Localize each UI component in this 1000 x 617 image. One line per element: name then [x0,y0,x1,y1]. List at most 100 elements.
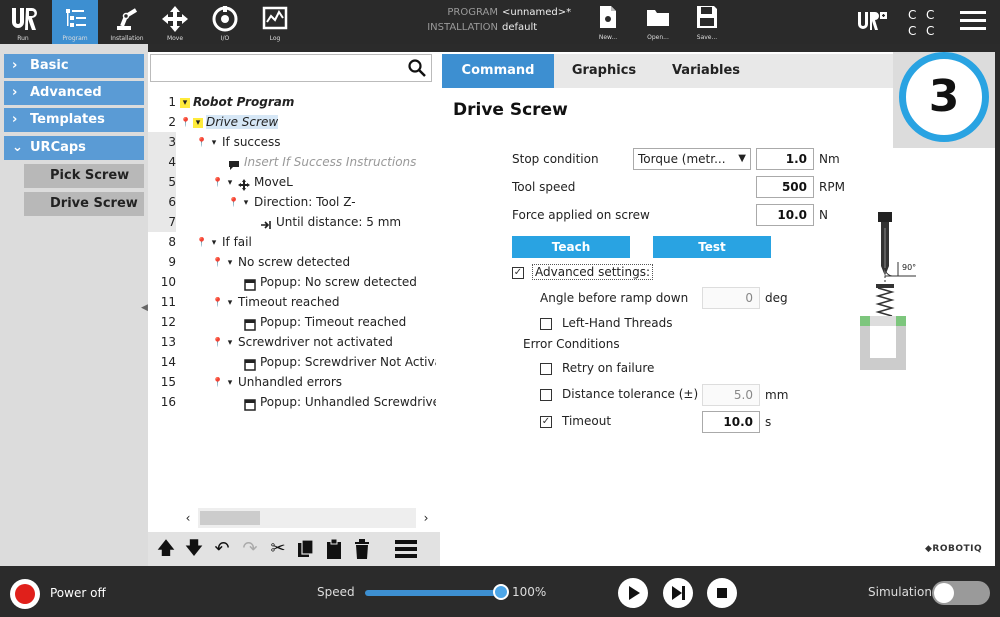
move-up-icon[interactable]: 🡅 [154,537,178,561]
torque-input[interactable]: 1.0 [756,148,814,170]
distance-tolerance-checkbox[interactable] [540,389,552,401]
line-number: 4 [148,152,176,172]
page-title: Drive Screw [453,100,568,120]
tree-row[interactable]: 10 Popup: No screw detected [148,272,440,292]
nav-run[interactable]: Run [0,0,46,44]
tool-speed-input[interactable]: 500 [756,176,814,198]
search-icon[interactable] [407,58,427,78]
category-templates[interactable]: › Templates [4,108,144,132]
tree-row[interactable]: 4 Insert If Success Instructions [148,152,440,172]
tree-row[interactable]: 12 Popup: Timeout reached [148,312,440,332]
pin-icon: 📍 [212,297,224,308]
tree-row[interactable]: 13 📍 ▾ Screwdriver not activated [148,332,440,352]
test-button[interactable]: Test [653,236,771,258]
power-button[interactable] [10,579,40,609]
suppress-icon[interactable] [380,537,432,561]
cut-icon[interactable]: ✂ [266,537,290,561]
chevron-right-icon: › [12,112,18,127]
nav-io-label: I/O [220,35,230,42]
stop-button[interactable] [707,578,737,608]
redo-icon[interactable]: ↷ [238,537,262,561]
line-number: 14 [160,355,176,369]
urcap-pick-screw[interactable]: Pick Screw [24,164,144,188]
collapse-toggle-icon[interactable]: ▾ [209,237,219,248]
tab-graphics[interactable]: Graphics [554,54,654,88]
angle-input[interactable]: 0 [702,287,760,309]
nav-log[interactable]: Log [252,0,298,44]
tree-row[interactable]: 1 ▾ Robot Program [148,92,440,112]
collapse-toggle-icon[interactable]: ▾ [193,117,203,128]
category-urcaps[interactable]: ⌄ URCaps [4,136,144,160]
collapse-toggle-icon[interactable]: ▾ [225,337,235,348]
collapse-toggle-icon[interactable]: ▾ [225,177,235,188]
speed-slider-track[interactable] [365,590,501,596]
io-icon [212,6,238,32]
scroll-thumb[interactable] [200,511,260,525]
tree-row[interactable]: 6 📍 ▾ Direction: Tool Z- [148,192,440,212]
tree-row[interactable]: 15 📍 ▾ Unhandled errors [148,372,440,392]
urcap-drive-screw[interactable]: Drive Screw [24,192,144,216]
tab-variables[interactable]: Variables [654,54,758,88]
tree-row[interactable]: 9 📍 ▾ No screw detected [148,252,440,272]
tree-row-label: Popup: Screwdriver Not Activated [260,355,436,369]
timeout-checkbox[interactable]: ✓ [540,416,552,428]
undo-icon[interactable]: ↶ [210,537,234,561]
scroll-left-icon[interactable]: ‹ [178,508,198,528]
tree-row[interactable]: 14 Popup: Screwdriver Not Activated [148,352,440,372]
tab-command[interactable]: Command [442,54,554,88]
hamburger-menu-icon[interactable] [958,8,988,34]
nav-move[interactable]: Move [152,0,198,44]
tree-row[interactable]: 3 📍 ▾ If success [148,132,440,152]
tree-row[interactable]: 16 Popup: Unhandled Screwdriver Error [148,392,440,412]
speed-label: Speed [317,585,355,599]
save-button[interactable]: Save... [689,2,725,42]
play-button[interactable] [618,578,648,608]
advanced-settings-checkbox[interactable]: ✓ [512,267,524,279]
speed-slider-handle[interactable] [493,584,509,600]
open-button[interactable]: Open... [640,2,676,42]
retry-on-failure-checkbox[interactable] [540,363,552,375]
collapse-toggle-icon[interactable]: ▾ [209,137,219,148]
tree-row[interactable]: 8 📍 ▾ If fail [148,232,440,252]
new-button[interactable]: New... [590,2,626,42]
force-unit: N [819,208,828,222]
program-tree-panel: 1 ▾ Robot Program 2 📍 ▾ Drive Screw 3 📍 ▾ If … [148,52,440,566]
teach-button[interactable]: Teach [512,236,630,258]
collapse-toggle-icon[interactable]: ▾ [241,197,251,208]
left-hand-threads-checkbox[interactable] [540,318,552,330]
tree-row[interactable]: 11 📍 ▾ Timeout reached [148,292,440,312]
simulation-toggle[interactable] [932,581,990,605]
tree-row[interactable]: 5 📍 ▾ MoveL [148,172,440,192]
force-input[interactable]: 10.0 [756,204,814,226]
tree-row[interactable]: 7 Until distance: 5 mm [148,212,440,232]
copy-icon[interactable] [294,537,318,561]
collapse-left-icon[interactable]: ◀ [141,303,148,313]
power-status-icon [15,584,35,604]
collapse-toggle-icon[interactable]: ▾ [225,297,235,308]
timeout-input[interactable]: 10.0 [702,411,760,433]
move-down-icon[interactable]: 🡇 [182,537,206,561]
distance-tolerance-input[interactable]: 5.0 [702,384,760,406]
nav-installation[interactable]: Installation [104,0,150,44]
nav-io[interactable]: I/O [202,0,248,44]
category-templates-label: Templates [30,112,105,127]
step-button[interactable] [663,578,693,608]
category-advanced[interactable]: › Advanced [4,81,144,105]
delete-icon[interactable] [350,537,374,561]
power-label: Power off [50,586,106,600]
collapse-toggle-icon[interactable]: ▾ [225,377,235,388]
nav-program[interactable]: Program [52,0,98,44]
paste-icon[interactable] [322,537,346,561]
line-number: 13 [160,335,176,349]
collapse-toggle-icon[interactable]: ▾ [225,257,235,268]
tree-horizontal-scrollbar[interactable]: ‹ › [178,508,436,528]
screwdriver-diagram: 90° [858,208,928,378]
urplus-button[interactable] [855,8,889,36]
stop-condition-select[interactable]: Torque (metr... ▼ [633,148,751,170]
tree-row-selected[interactable]: 2 📍 ▾ Drive Screw [148,112,440,132]
collapse-toggle-icon[interactable]: ▾ [180,97,190,108]
scroll-right-icon[interactable]: › [416,508,436,528]
tree-search-input[interactable] [150,54,432,82]
popup-icon [244,397,256,411]
category-basic[interactable]: › Basic [4,54,144,78]
